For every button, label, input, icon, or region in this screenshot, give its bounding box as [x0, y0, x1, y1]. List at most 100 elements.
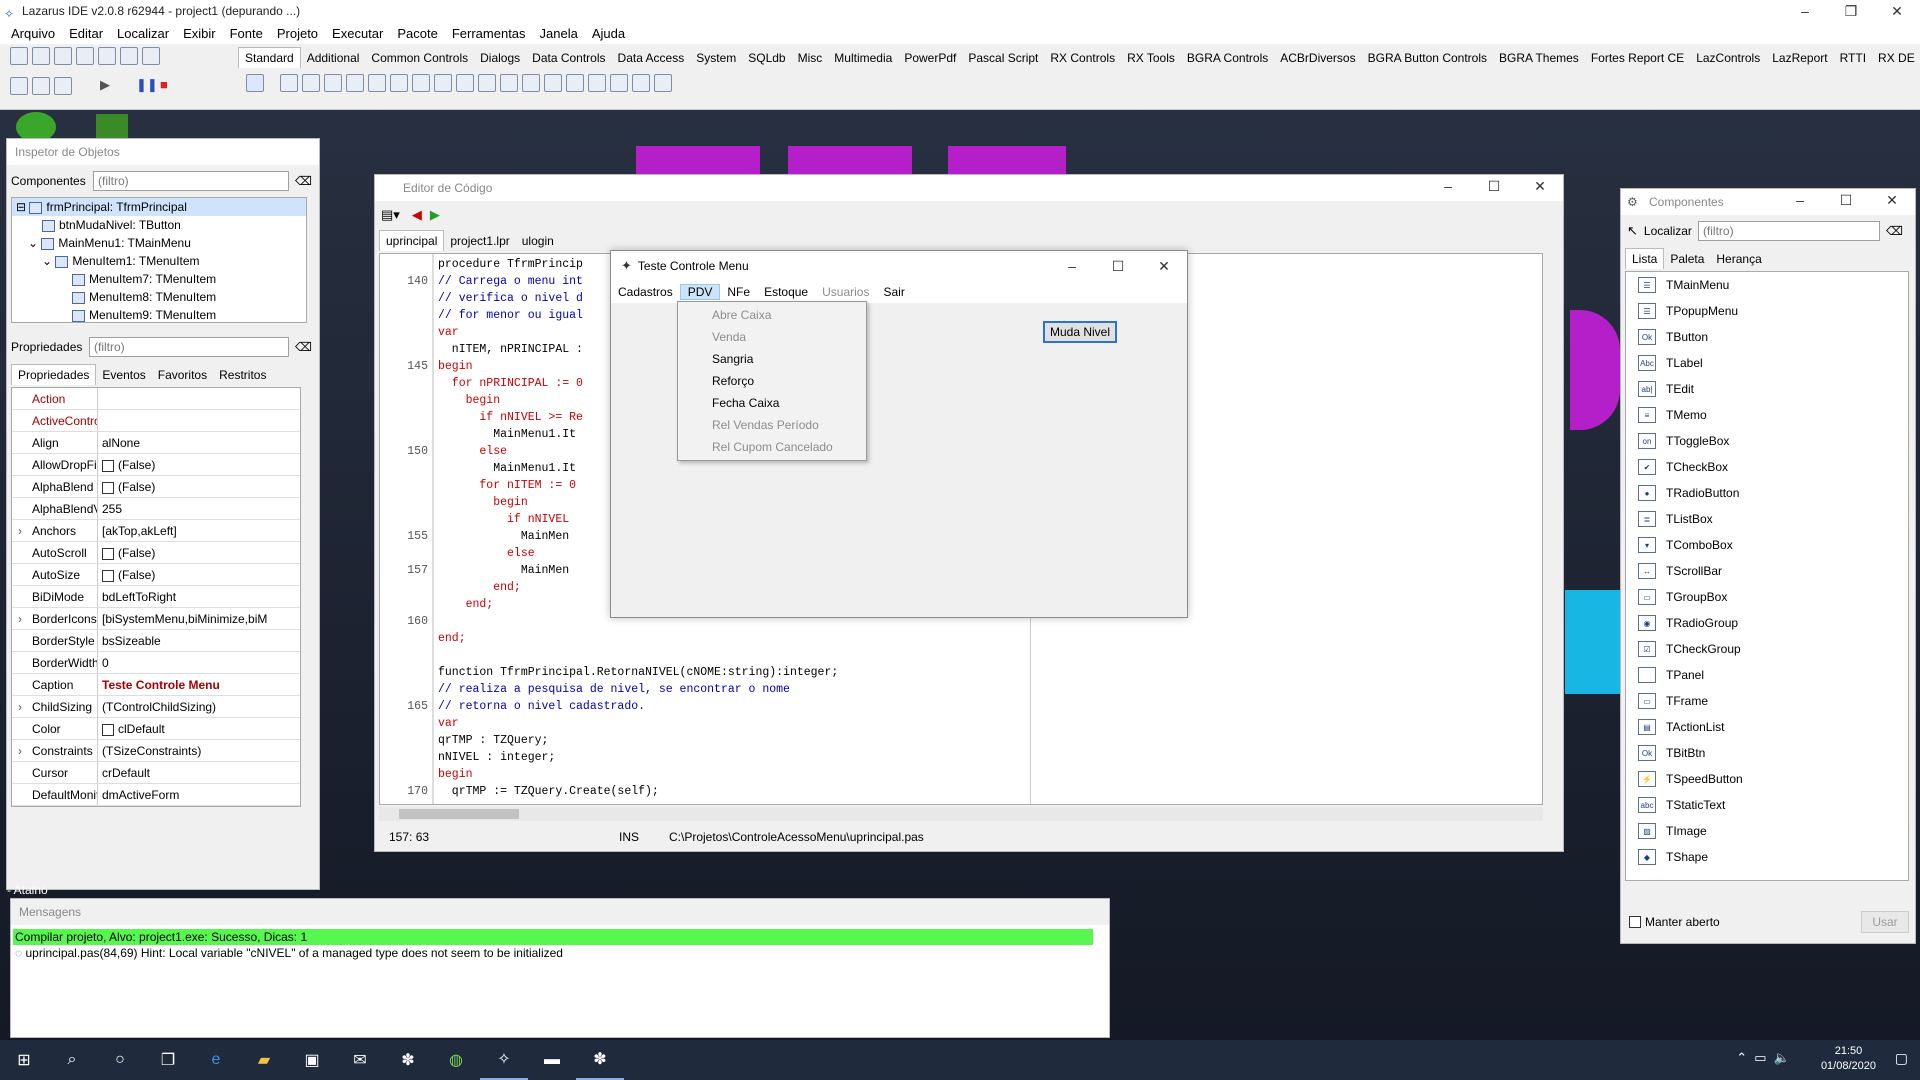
list-item[interactable]: Abc TLabel [1626, 350, 1908, 376]
tree-node-menuitem1[interactable]: ⌄ MenuItem1: TMenuItem [12, 252, 306, 270]
actionlist-tool-icon[interactable] [654, 74, 672, 92]
paw-app-icon[interactable]: ✽ [384, 1040, 432, 1080]
tab-lista[interactable]: Lista [1625, 248, 1665, 269]
minimize-button[interactable]: – [1782, 0, 1828, 22]
tree-node-menuitem8[interactable]: MenuItem8: TMenuItem [12, 288, 306, 306]
menu-arquivo[interactable]: Arquivo [4, 26, 62, 41]
checkgroup-tool-icon[interactable] [588, 74, 606, 92]
menu-cadastros[interactable]: Cadastros [611, 285, 680, 299]
components-find-input[interactable] [1697, 221, 1880, 241]
list-item[interactable]: Ok TBitBtn [1626, 740, 1908, 766]
pointer-icon[interactable]: ↖ [1627, 223, 1638, 239]
prop-row[interactable]: AllowDropFiles(False) [12, 454, 300, 476]
prop-row[interactable]: › ChildSizing (TControlChildSizing) [12, 696, 300, 718]
prop-row[interactable]: › BorderIcons [biSystemMenu,biMinimize,biM [12, 608, 300, 630]
edge-icon[interactable]: e [192, 1040, 240, 1080]
tab-pascal-script[interactable]: Pascal Script [962, 48, 1044, 68]
menu-exibir[interactable]: Exibir [176, 26, 223, 41]
tab-project1[interactable]: project1.lpr [444, 231, 515, 251]
prop-row[interactable]: AlphaBlend (False) [12, 476, 300, 498]
list-item[interactable]: ◆ TShape [1626, 844, 1908, 870]
view-units-icon[interactable] [142, 47, 160, 65]
terminal-icon[interactable]: ▬ [528, 1040, 576, 1080]
paw-app-running-icon[interactable]: ✽ [576, 1040, 624, 1080]
save-all-icon[interactable] [98, 47, 116, 65]
maximize-button[interactable]: ☐ [1471, 175, 1517, 197]
tree-node-mainmenu1[interactable]: ⌄ MainMenu1: TMainMenu [12, 234, 306, 252]
label-tool-icon[interactable] [346, 74, 364, 92]
run-icon[interactable]: ▶ [100, 77, 110, 93]
menu-janela[interactable]: Janela [533, 26, 585, 41]
menu-localizar[interactable]: Localizar [110, 26, 176, 41]
tab-bgra-controls[interactable]: BGRA Controls [1181, 48, 1274, 68]
list-item[interactable]: ab| TEdit [1626, 376, 1908, 402]
tab-fortes-report[interactable]: Fortes Report CE [1585, 48, 1690, 68]
pointer-tool-icon[interactable] [246, 74, 264, 92]
menu-ferramentas[interactable]: Ferramentas [445, 26, 533, 41]
toggle-icon[interactable] [32, 77, 50, 95]
tree-node-menuitem9[interactable]: MenuItem9: TMenuItem [12, 306, 306, 322]
windows-start-icon[interactable]: ⊞ [0, 1040, 48, 1080]
list-item[interactable]: abc TStaticText [1626, 792, 1908, 818]
forward-arrow-icon[interactable]: ▶ [430, 207, 440, 223]
menu-pacote[interactable]: Pacote [390, 26, 444, 41]
tab-common-controls[interactable]: Common Controls [365, 48, 474, 68]
tab-data-controls[interactable]: Data Controls [526, 48, 611, 68]
checkbox-tool-icon[interactable] [434, 74, 452, 92]
menu-pdv[interactable]: PDV [679, 284, 721, 300]
tab-heranca[interactable]: Herança [1710, 249, 1767, 269]
keep-open-checkbox[interactable] [1629, 916, 1641, 928]
memo-tool-icon[interactable] [390, 74, 408, 92]
menu-executar[interactable]: Executar [325, 26, 390, 41]
prop-row[interactable]: ActiveControl [12, 410, 300, 432]
prop-row[interactable]: › Constraints (TSizeConstraints) [12, 740, 300, 762]
tab-powerpdf[interactable]: PowerPdf [898, 48, 962, 68]
prop-row[interactable]: Cursor crDefault [12, 762, 300, 784]
edit-tool-icon[interactable] [368, 74, 386, 92]
tab-restritos[interactable]: Restritos [213, 365, 272, 385]
close-button[interactable]: ✕ [1874, 0, 1920, 22]
save-icon[interactable] [76, 47, 94, 65]
prop-row[interactable]: Align alNone [12, 432, 300, 454]
toolbar-menu-icon[interactable]: ▤▾ [381, 207, 400, 223]
radiobutton-tool-icon[interactable] [456, 74, 474, 92]
list-item[interactable]: ⚡ TSpeedButton [1626, 766, 1908, 792]
maximize-button[interactable]: ❐ [1828, 0, 1874, 22]
combobox-tool-icon[interactable] [500, 74, 518, 92]
tab-rx-controls[interactable]: RX Controls [1044, 48, 1121, 68]
tab-eventos[interactable]: Eventos [96, 365, 151, 385]
list-item[interactable]: Ok TButton [1626, 324, 1908, 350]
close-button[interactable]: ✕ [1141, 255, 1187, 277]
frame-tool-icon[interactable] [632, 74, 650, 92]
menu-estoque[interactable]: Estoque [757, 285, 815, 299]
clear-filter-icon[interactable]: ⌫ [295, 340, 312, 354]
open-icon[interactable] [54, 47, 72, 65]
toggle-form-icon[interactable] [120, 47, 138, 65]
pause-icon[interactable]: ❚❚ [136, 77, 158, 93]
new-form-icon[interactable] [32, 47, 50, 65]
tab-additional[interactable]: Additional [301, 48, 366, 68]
tab-system[interactable]: System [690, 48, 742, 68]
notifications-icon[interactable]: ▢ [1895, 1050, 1908, 1067]
menuitem-reforco[interactable]: Reforço [678, 370, 866, 392]
list-item[interactable]: ◉ TRadioGroup [1626, 610, 1908, 636]
menuitem-rel-cupom-cancelado[interactable]: Rel Cupom Cancelado [678, 436, 866, 458]
tab-ulogin[interactable]: ulogin [516, 231, 560, 251]
tab-bgra-button-controls[interactable]: BGRA Button Controls [1362, 48, 1493, 68]
list-item[interactable]: ▭ TGroupBox [1626, 584, 1908, 610]
properties-filter-input[interactable] [89, 337, 289, 357]
search-icon[interactable]: ⌕ [48, 1040, 96, 1080]
tab-acbrdiversos[interactable]: ACBrDiversos [1274, 48, 1361, 68]
menuitem-venda[interactable]: Venda [678, 326, 866, 348]
tab-lazreport[interactable]: LazReport [1766, 48, 1833, 68]
use-button[interactable]: Usar [1861, 911, 1909, 933]
tab-data-access[interactable]: Data Access [612, 48, 691, 68]
prop-row[interactable]: BorderStyle bsSizeable [12, 630, 300, 652]
listbox-tool-icon[interactable] [478, 74, 496, 92]
clock[interactable]: 21:50 01/08/2020 [1821, 1044, 1876, 1074]
tab-favoritos[interactable]: Favoritos [152, 365, 213, 385]
prop-row[interactable]: AutoSize (False) [12, 564, 300, 586]
menu-nfe[interactable]: NFe [720, 285, 757, 299]
list-item[interactable]: ● TRadioButton [1626, 480, 1908, 506]
prop-row[interactable]: Caption Teste Controle Menu [12, 674, 300, 696]
